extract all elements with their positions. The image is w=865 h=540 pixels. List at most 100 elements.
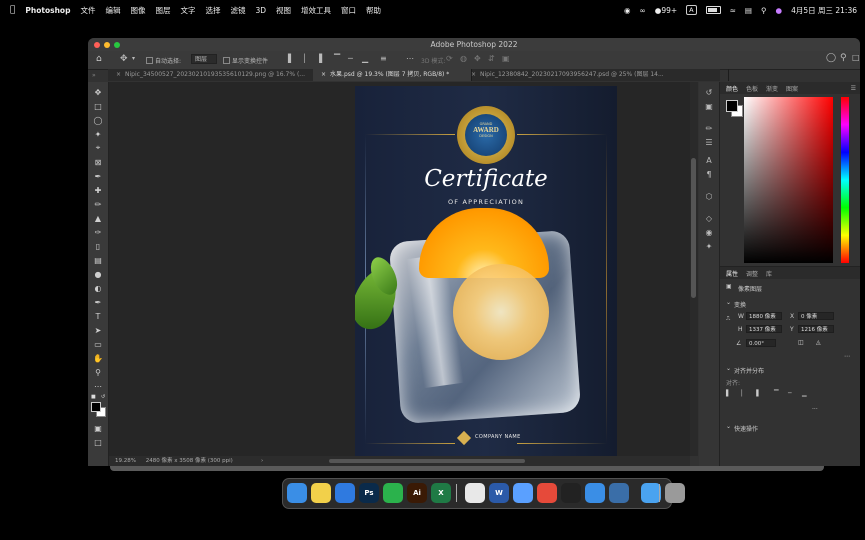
menu-file[interactable]: 文件 — [80, 5, 95, 16]
creative-cloud-icon[interactable]: ∞ — [640, 6, 646, 15]
lasso-tool-icon[interactable]: ◯ — [92, 114, 104, 126]
hue-slider[interactable] — [841, 97, 849, 263]
flip-horizontal-icon[interactable]: ◫ — [798, 339, 804, 346]
crop-tool-icon[interactable]: ⌖ — [92, 142, 104, 154]
qq-icon[interactable] — [561, 483, 581, 503]
wifi-icon[interactable]: ≈ — [730, 6, 736, 15]
blur-tool-icon[interactable]: ● — [92, 268, 104, 280]
zoom-level[interactable]: 19.28% — [115, 458, 136, 464]
brush-tool-icon[interactable]: ✏ — [92, 198, 104, 210]
menu-3d[interactable]: 3D — [255, 6, 266, 15]
scale-3d-icon[interactable]: ▣ — [502, 54, 510, 63]
wechat-icon[interactable] — [383, 483, 403, 503]
menu-layer[interactable]: 图层 — [155, 5, 170, 16]
horizontal-scrollbar[interactable] — [329, 459, 525, 463]
swap-colors-icon[interactable]: ↺ — [101, 394, 105, 400]
history-brush-tool-icon[interactable]: ✑ — [92, 226, 104, 238]
safari-icon[interactable] — [335, 483, 355, 503]
align-h-centers-icon[interactable]: │ — [740, 390, 744, 397]
menu-window[interactable]: 窗口 — [341, 5, 356, 16]
zoom-window-button[interactable] — [114, 41, 120, 48]
apple-icon[interactable]:  — [10, 5, 15, 15]
more-transform-icon[interactable]: ⋯ — [844, 353, 850, 360]
channels-icon[interactable]: ◉ — [703, 226, 715, 238]
share-icon[interactable]: ◯ — [826, 53, 836, 63]
align-right-edges-icon[interactable]: ▐ — [754, 390, 759, 397]
finder-icon[interactable] — [287, 483, 307, 503]
menubar-clock[interactable]: 4月5日 周三 21:36 — [791, 5, 857, 16]
align-chevron-icon[interactable]: ⌄ — [726, 365, 731, 372]
eraser-tool-icon[interactable]: ▯ — [92, 240, 104, 252]
menu-image[interactable]: 图像 — [130, 5, 145, 16]
align-bottom-icon[interactable]: ▁ — [362, 54, 368, 63]
foreground-color-swatch[interactable] — [91, 402, 101, 412]
quick-mask-icon[interactable]: ▣ — [92, 422, 104, 434]
transform-chevron-icon[interactable]: ⌄ — [726, 299, 731, 306]
comments-icon[interactable]: ▣ — [703, 100, 715, 112]
menu-type[interactable]: 文字 — [180, 5, 195, 16]
drag-3d-icon[interactable]: ✥ — [474, 54, 481, 63]
align-left-edges-icon[interactable]: ▌ — [726, 390, 731, 397]
tab-gradients[interactable]: 渐变 — [766, 84, 778, 93]
pen-tool-icon[interactable]: ✒ — [92, 296, 104, 308]
folder-icon[interactable] — [641, 483, 661, 503]
link-dimensions-icon[interactable]: ⎍ — [726, 315, 730, 323]
spotlight-icon[interactable]: ⚲ — [761, 6, 767, 15]
siri-icon[interactable]: ● — [776, 6, 783, 15]
auto-select-dropdown[interactable]: 图层 — [191, 54, 217, 64]
home-icon[interactable]: ⌂ — [96, 54, 102, 64]
frame-tool-icon[interactable]: ⊠ — [92, 156, 104, 168]
foreground-swatch[interactable] — [726, 100, 738, 112]
baidu-netdisk-icon[interactable] — [585, 483, 605, 503]
chrome-icon[interactable] — [465, 483, 485, 503]
x-field[interactable]: 0 像素 — [798, 312, 834, 320]
status-menu-chevron-icon[interactable]: › — [261, 456, 263, 466]
angle-field[interactable]: 0.00° — [746, 339, 776, 347]
tab-close-icon[interactable]: × — [321, 71, 326, 78]
height-field[interactable]: 1337 像素 — [746, 325, 782, 333]
layers-icon[interactable]: ◇ — [703, 212, 715, 224]
history-icon[interactable]: ↺ — [703, 86, 715, 98]
type-tool-icon[interactable]: T — [92, 310, 104, 322]
adjustments-icon[interactable]: ☰ — [703, 136, 715, 148]
menu-select[interactable]: 选择 — [205, 5, 220, 16]
dodge-tool-icon[interactable]: ◐ — [92, 282, 104, 294]
align-v-centers-icon[interactable]: ─ — [788, 390, 792, 397]
vertical-scrollbar-thumb[interactable] — [691, 158, 696, 298]
tab-swatches[interactable]: 色板 — [746, 84, 758, 93]
align-bottom-edges-icon[interactable]: ▁ — [802, 390, 807, 397]
3d-panel-icon[interactable]: ⬡ — [703, 190, 715, 202]
marquee-tool-icon[interactable]: □ — [92, 100, 104, 112]
photoshop-icon[interactable]: Ps — [359, 483, 379, 503]
edit-toolbar-icon[interactable]: ⋯ — [92, 380, 104, 392]
menu-view[interactable]: 视图 — [276, 5, 291, 16]
panel-menu-icon[interactable]: ☰ — [851, 85, 856, 92]
menu-help[interactable]: 帮助 — [366, 5, 381, 16]
move-tool-icon[interactable]: ✥ — [120, 54, 128, 64]
y-field[interactable]: 1216 像素 — [798, 325, 834, 333]
screen-mode-icon[interactable]: □ — [92, 436, 104, 448]
close-window-button[interactable] — [94, 41, 100, 48]
quick-actions-chevron-icon[interactable]: ⌄ — [726, 423, 731, 430]
wps-icon[interactable] — [537, 483, 557, 503]
eyedropper-tool-icon[interactable]: ✒ — [92, 170, 104, 182]
excel-icon[interactable]: X — [431, 483, 451, 503]
align-right-icon[interactable]: ▐ — [316, 54, 322, 63]
slide-3d-icon[interactable]: ⇵ — [488, 54, 495, 63]
move-tool-icon[interactable]: ✥ — [92, 86, 104, 98]
default-colors-icon[interactable]: ■ — [91, 394, 96, 400]
workspace-icon[interactable]: □ — [852, 53, 860, 62]
roll-3d-icon[interactable]: ◍ — [460, 54, 467, 63]
control-center-icon[interactable]: ▤ — [745, 6, 752, 15]
path-selection-tool-icon[interactable]: ➤ — [92, 324, 104, 336]
tab-patterns[interactable]: 图案 — [786, 84, 798, 93]
menu-plugins[interactable]: 增效工具 — [301, 5, 331, 16]
tab-document-2[interactable]: × 水果.psd @ 19.3% (图层 7 拷贝, RGB/8) * — [313, 69, 472, 81]
rectangle-tool-icon[interactable]: ▭ — [92, 338, 104, 350]
minimize-window-button[interactable] — [104, 41, 110, 48]
flip-vertical-icon[interactable]: ◬ — [816, 339, 821, 346]
align-top-edges-icon[interactable]: ▔ — [774, 390, 779, 397]
notes-icon[interactable] — [311, 483, 331, 503]
magic-wand-tool-icon[interactable]: ✦ — [92, 128, 104, 140]
more-options-icon[interactable]: ⋯ — [406, 54, 414, 63]
